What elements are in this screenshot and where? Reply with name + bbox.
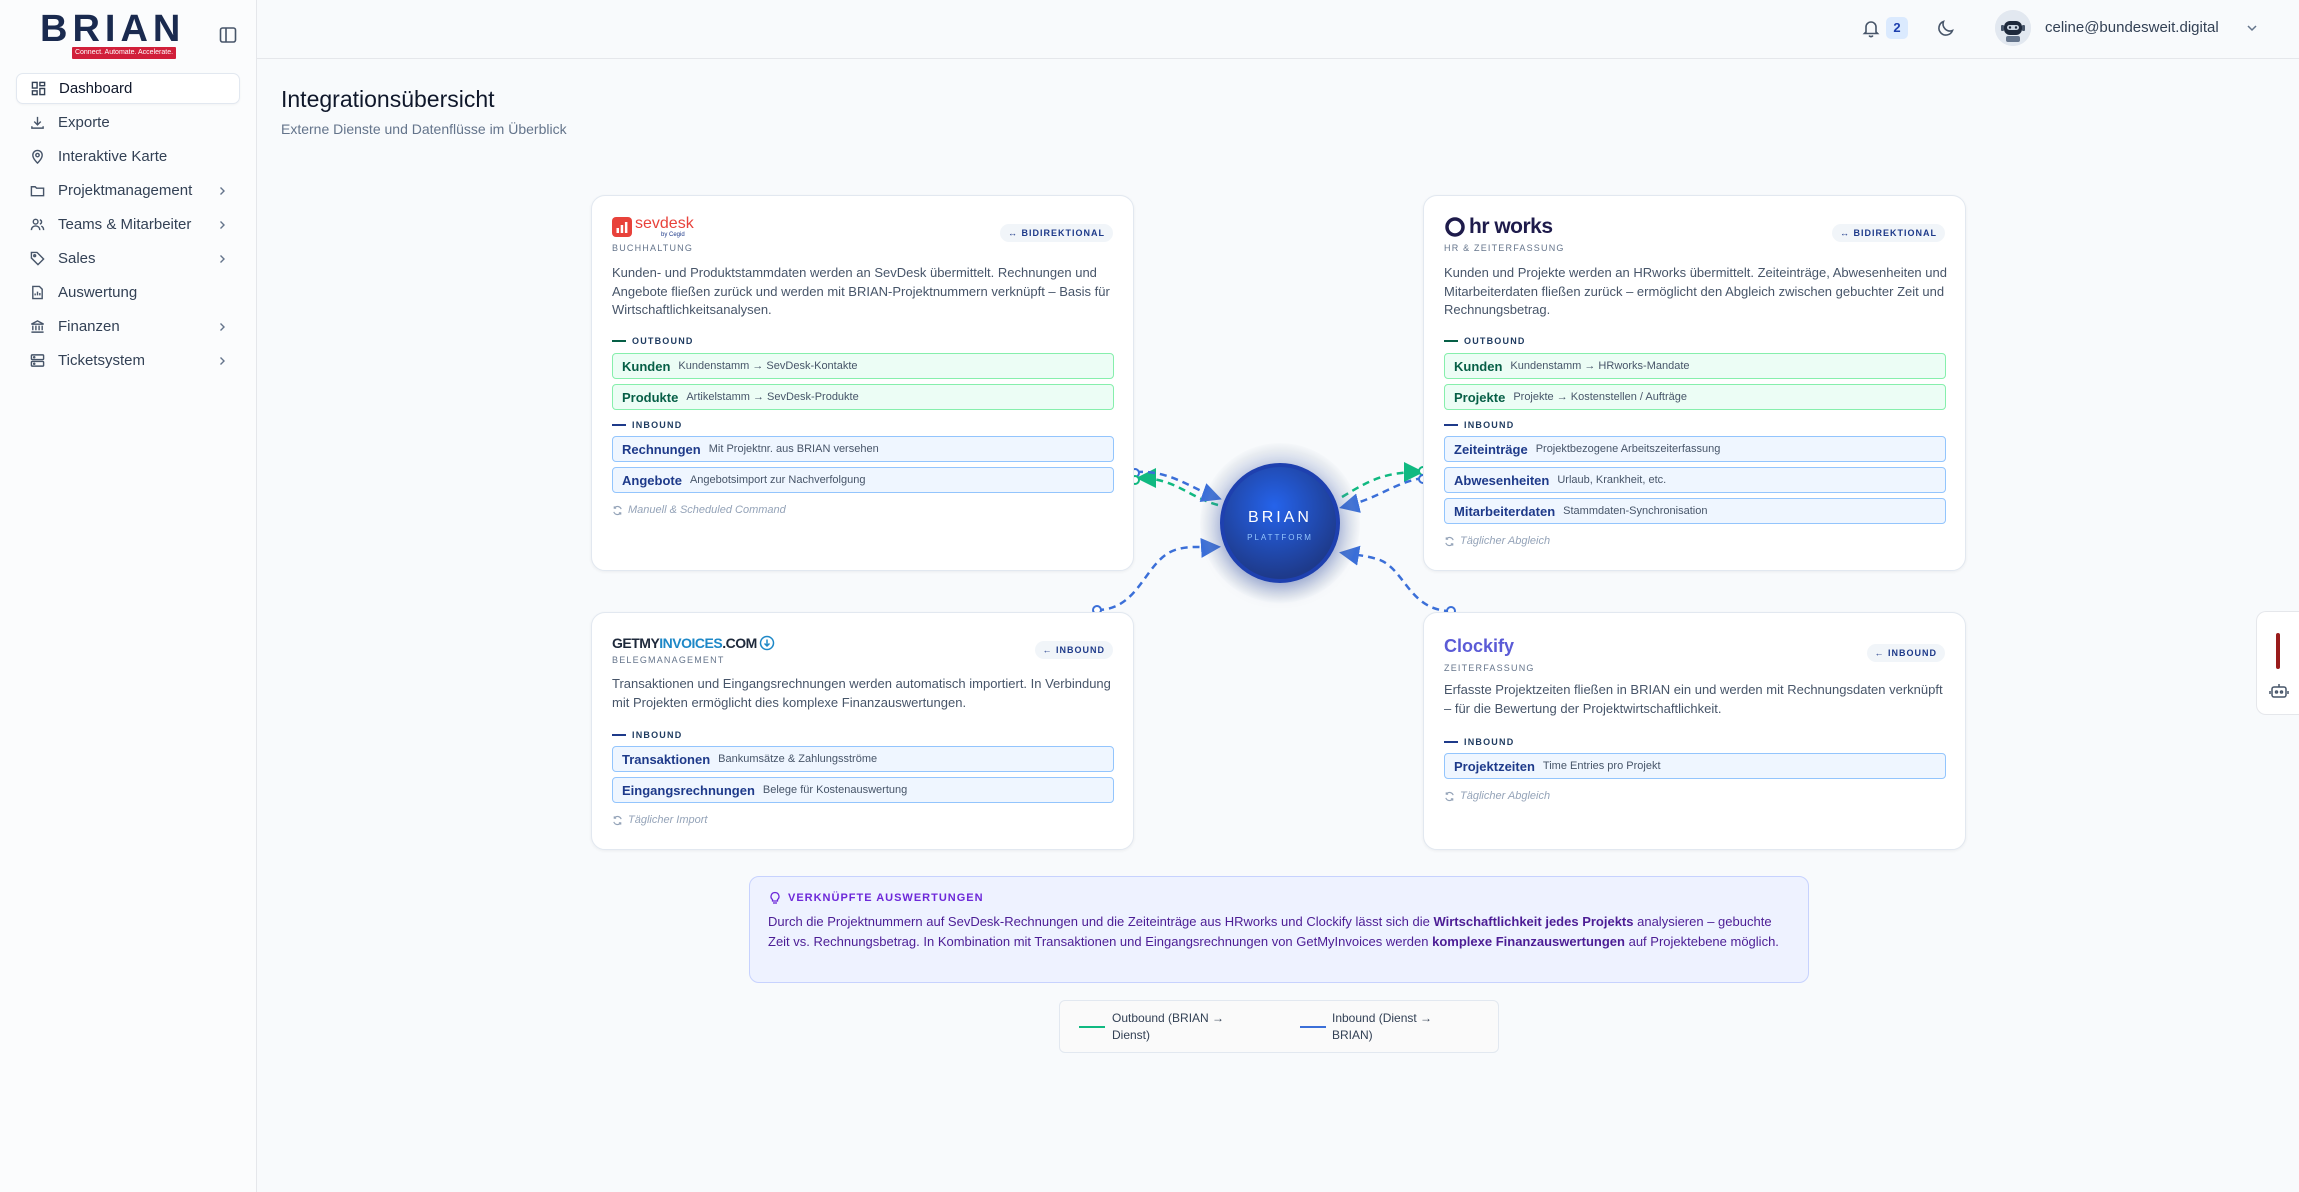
outbound-legend-line — [1079, 1026, 1105, 1028]
sync-footer: Täglicher Abgleich — [1444, 790, 1550, 802]
sync-icon — [613, 505, 622, 515]
linked-analytics-box: VERKNÜPFTE AUSWERTUNGEN Durch die Projek… — [749, 876, 1809, 983]
flow-row: Abwesenheiten Urlaub, Krankheit, etc. — [1444, 467, 1946, 493]
direction-badge: ↔ BIDIREKTIONAL — [1832, 224, 1945, 242]
hub-title: BRIAN — [1248, 509, 1312, 526]
flow-row: Projekte Projekte → Kostenstellen / Auftr… — [1444, 384, 1946, 410]
flow-legend: Outbound (BRIAN → Dienst) Inbound (Diens… — [1059, 1000, 1499, 1053]
direction-badge: ← INBOUND — [1034, 641, 1113, 659]
card-category: ZEITERFASSUNG — [1444, 663, 1535, 673]
sync-footer: Täglicher Abgleich — [1444, 535, 1550, 547]
sevdesk-logo: sevdesk by Cegid — [612, 214, 694, 238]
card-category: BELEGMANAGEMENT — [612, 655, 725, 665]
inbound-legend-line — [1300, 1026, 1326, 1028]
getmyinvoices-card: GETMY INVOICES .COM BELEGMANAGEMENT ← IN… — [591, 612, 1134, 850]
card-description: Transaktionen und Eingangsrechnungen wer… — [612, 676, 1111, 710]
flow-row: Angebote Angebotsimport zur Nachverfolgun… — [612, 467, 1114, 493]
flow-row: Rechnungen Mit Projektnr. aus BRIAN verse… — [612, 436, 1114, 462]
card-category: HR & ZEITERFASSUNG — [1444, 243, 1565, 253]
flow-row: Zeiteinträge Projektbezogene Arbeitszeite… — [1444, 436, 1946, 462]
flow-row: Mitarbeiterdaten Stammdaten-Synchronisati… — [1444, 498, 1946, 524]
sevdesk-brand-sub: by Cegid — [661, 231, 685, 238]
clockify-brand-name: Clockify — [1444, 635, 1515, 656]
insight-text: Durch die Projektnummern auf SevDesk-Rec… — [768, 914, 1779, 949]
outbound-section-label: OUTBOUND — [612, 336, 694, 346]
sevdesk-card: sevdesk by Cegid BUCHHALTUNG ↔ BIDIREKTI… — [591, 195, 1134, 571]
hrworks-ring-icon — [1445, 217, 1465, 237]
sevdesk-bars-icon — [612, 217, 632, 237]
inbound-section-label: INBOUND — [612, 730, 682, 740]
flow-row: Transaktionen Bankumsätze & Zahlungsström… — [612, 746, 1114, 772]
inbound-section-label: INBOUND — [1444, 737, 1514, 747]
hrworks-brand-name: hr works — [1469, 215, 1553, 238]
getmyinvoices-logo: GETMY INVOICES .COM — [612, 632, 775, 654]
flow-row: Eingangsrechnungen Belege für Kostenauswe… — [612, 777, 1114, 803]
sync-icon — [613, 815, 622, 825]
hub-subtitle: PLATTFORM — [1247, 533, 1313, 542]
lightbulb-icon — [770, 891, 780, 904]
download-circle-icon — [759, 635, 774, 651]
direction-badge: ↔ BIDIREKTIONAL — [1000, 224, 1113, 242]
sync-icon — [1445, 536, 1454, 546]
sevdesk-brand-name: sevdesk — [635, 214, 694, 232]
widget-indicator — [2276, 633, 2280, 669]
inbound-section-label: INBOUND — [612, 420, 682, 430]
card-description: Kunden und Projekte werden an HRworks üb… — [1444, 265, 1947, 317]
flow-row: Kunden Kundenstamm → HRworks-Mandate — [1444, 353, 1946, 379]
outbound-legend-label: Outbound (BRIAN → Dienst) — [1112, 1011, 1225, 1042]
sync-footer: Manuell & Scheduled Command — [612, 504, 786, 516]
flow-row: Projektzeiten Time Entries pro Projekt — [1444, 753, 1946, 779]
flow-row: Produkte Artikelstamm → SevDesk-Produkte — [612, 384, 1114, 410]
outbound-section-label: OUTBOUND — [1444, 336, 1526, 346]
support-widget[interactable] — [2256, 611, 2299, 715]
robot-icon[interactable] — [2269, 681, 2289, 701]
direction-badge: ← INBOUND — [1866, 644, 1945, 662]
getmyinvoices-brand-a: GETMY — [612, 635, 660, 651]
sync-footer: Täglicher Import — [612, 814, 707, 826]
inbound-section-label: INBOUND — [1444, 420, 1514, 430]
card-description: Erfasste Projektzeiten fließen in BRIAN … — [1444, 682, 1943, 716]
inbound-legend-label: Inbound (Dienst → BRIAN) — [1332, 1011, 1433, 1042]
card-description: Kunden- und Produktstammdaten werden an … — [612, 265, 1110, 317]
card-category: BUCHHALTUNG — [612, 243, 694, 253]
hrworks-logo: hr works — [1444, 215, 1553, 238]
hrworks-card: hr works HR & ZEITERFASSUNG ↔ BIDIREKTIO… — [1423, 195, 1966, 571]
sync-icon — [1445, 791, 1454, 801]
brian-platform-hub: BRIAN PLATTFORM — [1220, 463, 1340, 583]
clockify-card: Clockify ZEITERFASSUNG ← INBOUND Erfasst… — [1423, 612, 1966, 850]
clockify-logo: Clockify — [1444, 635, 1514, 657]
getmyinvoices-brand-b: INVOICES — [659, 635, 723, 651]
insight-title: VERKNÜPFTE AUSWERTUNGEN — [768, 891, 984, 905]
getmyinvoices-brand-c: .COM — [722, 635, 757, 651]
flow-row: Kunden Kundenstamm → SevDesk-Kontakte — [612, 353, 1114, 379]
